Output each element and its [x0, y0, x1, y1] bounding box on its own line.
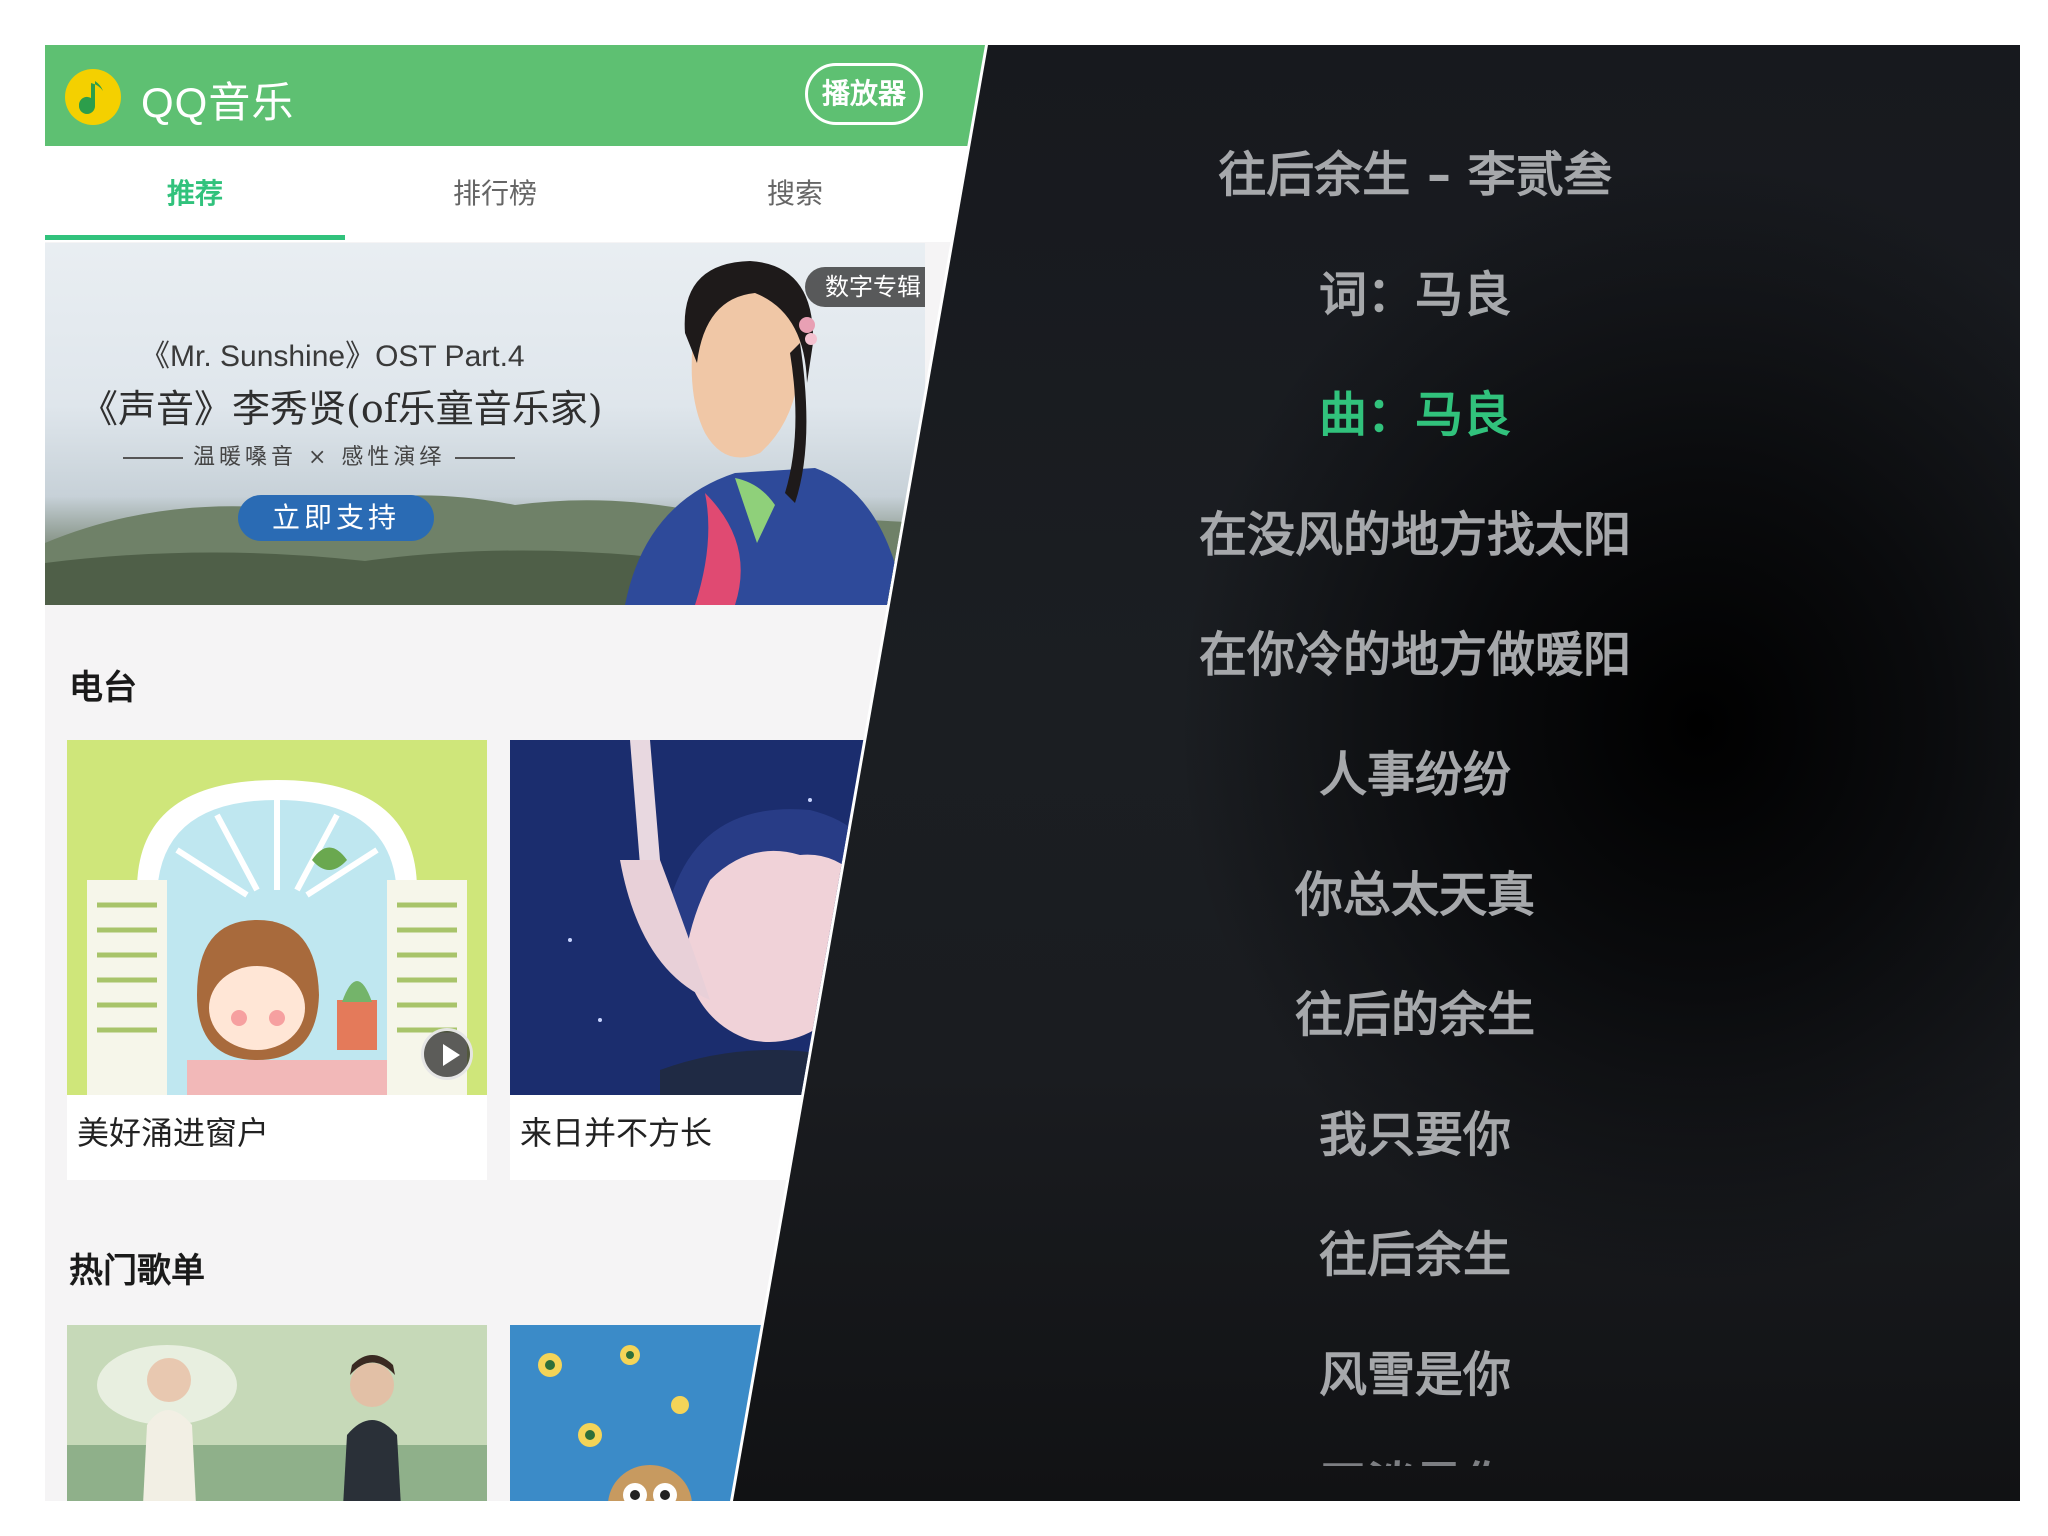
tab-search[interactable]: 搜索: [645, 146, 945, 242]
digital-album-badge: 数字专辑: [805, 267, 925, 307]
lyric-line: 风雪是你: [1318, 1347, 1511, 1403]
app-logo-text: QQ音乐: [141, 79, 295, 126]
promo-banner[interactable]: 《Mr. Sunshine》OST Part.4 《声音》李秀贤(of乐童音乐家…: [45, 243, 925, 605]
divider: [123, 457, 183, 459]
banner-subtitle: 温暖嗓音 × 感性演绎: [113, 439, 525, 471]
app-header: QQ音乐 播放器: [45, 45, 985, 146]
screenshot-canvas: QQ音乐 播放器 推荐 排行榜 搜索 《Mr. Sunshine》OST Par…: [0, 0, 2048, 1536]
playlist-card[interactable]: [67, 1325, 487, 1501]
lyric-line: 在没风的地方找太阳: [1198, 507, 1631, 563]
lyric-line: 在你冷的地方做暖阳: [1198, 627, 1631, 683]
banner-title-cn: 《声音》李秀贤(of乐童音乐家): [80, 387, 603, 431]
banner-support-button[interactable]: 立即支持: [238, 495, 434, 541]
tab-charts[interactable]: 排行榜: [345, 146, 645, 242]
playlist-card-thumbnail: [67, 1325, 487, 1501]
radio-card-label: 来日并不方长: [520, 1114, 713, 1152]
playlists-section-title: 热门歌单: [69, 1251, 205, 1291]
banner-title-en: 《Mr. Sunshine》OST Part.4: [140, 340, 525, 373]
lyric-line: 我只要你: [1318, 1107, 1511, 1163]
lyric-line: 往后的余生: [1294, 987, 1535, 1043]
lyric-line: 往后余生: [1318, 1227, 1511, 1283]
banner-subtitle-text: 温暖嗓音 × 感性演绎: [193, 445, 446, 470]
radio-section-title: 电台: [69, 668, 137, 708]
player-button[interactable]: 播放器: [805, 63, 923, 125]
qq-music-logo-icon: [65, 69, 121, 125]
tab-bar: 推荐 排行榜 搜索: [45, 146, 985, 242]
lyric-line: 你总太天真: [1294, 867, 1535, 923]
radio-card-label: 美好涌进窗户: [77, 1114, 270, 1152]
radio-card[interactable]: 美好涌进窗户: [67, 740, 487, 1180]
divider: [455, 457, 516, 459]
tab-recommend[interactable]: 推荐: [45, 146, 345, 242]
lyric-line-partial: 平淡是你: [1318, 1457, 1511, 1501]
lyric-line: 人事纷纷: [1318, 747, 1511, 803]
play-icon[interactable]: [421, 1028, 473, 1080]
tab-active-indicator: [45, 235, 345, 240]
